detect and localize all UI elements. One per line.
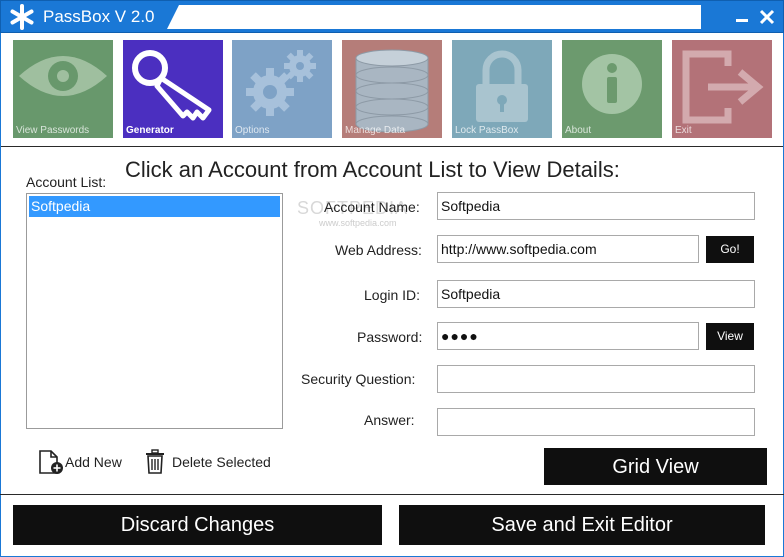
tile-about[interactable]: About	[562, 40, 662, 138]
footer-bar: Discard Changes Save and Exit Editor	[0, 495, 784, 557]
web-address-label: Web Address:	[335, 242, 422, 258]
app-title: PassBox V 2.0	[43, 7, 155, 26]
tile-label: Lock PassBox	[455, 125, 519, 136]
save-exit-button[interactable]: Save and Exit Editor	[399, 505, 765, 545]
answer-field[interactable]	[437, 408, 755, 436]
view-password-button[interactable]: View	[706, 323, 754, 350]
asterisk-logo-icon	[10, 4, 34, 30]
tile-lock-passbox[interactable]: Lock PassBox	[452, 40, 552, 138]
account-name-field[interactable]: Softpedia	[437, 192, 755, 220]
tile-label: Exit	[675, 125, 692, 136]
eye-icon	[13, 40, 113, 138]
toolbar: View Passwords Generator Options Manage …	[0, 33, 784, 146]
add-new-label: Add New	[65, 454, 122, 470]
account-name-label: Account Name:	[324, 199, 420, 215]
delete-selected-button[interactable]: Delete Selected	[144, 449, 284, 475]
tile-manage-data[interactable]: Manage Data	[342, 40, 442, 138]
account-list-label: Account List:	[26, 174, 107, 190]
tile-generator[interactable]: Generator	[123, 40, 223, 138]
gears-icon	[232, 40, 332, 138]
security-question-field[interactable]	[437, 365, 755, 393]
delete-selected-label: Delete Selected	[172, 454, 271, 470]
trash-icon	[146, 449, 164, 474]
grid-view-button[interactable]: Grid View	[544, 448, 767, 485]
tile-label: View Passwords	[16, 125, 90, 136]
title-bar-field	[167, 5, 701, 29]
tile-label: About	[565, 125, 592, 136]
password-label: Password:	[357, 329, 423, 345]
tile-view-passwords[interactable]: View Passwords	[13, 40, 113, 138]
tile-exit[interactable]: Exit	[672, 40, 772, 138]
info-icon	[562, 40, 662, 138]
go-button[interactable]: Go!	[706, 236, 754, 263]
tile-label: Manage Data	[345, 125, 406, 136]
web-address-field[interactable]: http://www.softpedia.com	[437, 235, 699, 263]
login-id-field[interactable]: Softpedia	[437, 280, 755, 308]
exit-icon	[672, 40, 772, 138]
login-id-label: Login ID:	[364, 287, 421, 303]
lock-icon	[452, 40, 552, 138]
discard-changes-button[interactable]: Discard Changes	[13, 505, 382, 545]
watermark-url: www.softpedia.com	[319, 218, 397, 228]
security-question-label: Security Question:	[301, 371, 416, 387]
answer-label: Answer:	[364, 412, 415, 428]
add-file-icon	[39, 450, 63, 474]
title-bar: PassBox V 2.0	[0, 0, 784, 33]
tile-options[interactable]: Options	[232, 40, 332, 138]
minimize-icon[interactable]	[731, 6, 753, 28]
add-new-button[interactable]: Add New	[37, 449, 131, 475]
list-item[interactable]: Softpedia	[29, 196, 280, 217]
close-icon[interactable]	[756, 6, 778, 28]
main-panel: Click an Account from Account List to Vi…	[0, 146, 784, 494]
password-field[interactable]: ●●●●	[437, 322, 699, 350]
tile-label: Options	[235, 125, 270, 136]
database-icon	[342, 40, 442, 138]
tile-label: Generator	[126, 125, 174, 136]
key-icon	[123, 40, 223, 138]
account-list[interactable]: Softpedia	[26, 193, 283, 429]
page-heading: Click an Account from Account List to Vi…	[125, 157, 620, 182]
